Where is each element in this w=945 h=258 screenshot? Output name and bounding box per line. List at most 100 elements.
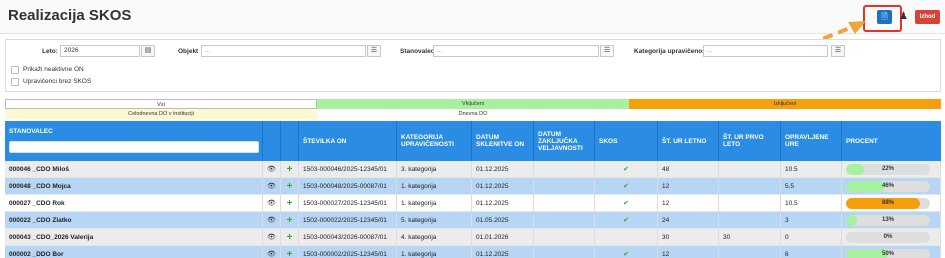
brez-skos-checkbox[interactable] [11, 78, 19, 86]
top-bar: Realizacija SKOS 🗎 ♟ Izhod [0, 0, 945, 34]
cell-kategorija: 1. kategorija [397, 246, 472, 258]
eye-icon[interactable]: 👁 [263, 178, 281, 195]
plus-icon[interactable]: + [281, 178, 299, 195]
cell-opravljene: 3 [781, 212, 842, 229]
legend-dnevna[interactable]: Dnevna DO [317, 109, 629, 119]
progress-cell: 50% [842, 246, 941, 258]
eye-icon[interactable]: 👁 [263, 195, 281, 212]
cell-stevilka: 1502-000022/2025-12345/01 [299, 212, 397, 229]
progress-cell: 88% [842, 195, 941, 212]
table-row[interactable]: 000043 _CDO_2026 Valerija 👁 +1503-000043/2… [5, 229, 941, 246]
col-datum-sklenitve[interactable]: DATUM SKLENITVE ON [472, 121, 534, 161]
cell-datum-zakljucka [534, 246, 595, 258]
leto-input[interactable]: 2026 [60, 45, 140, 57]
legend-vsi[interactable]: Vsi [5, 99, 317, 109]
kategorija-list-icon[interactable]: ☰ [831, 45, 845, 57]
col-datum-zakljucka[interactable]: DATUM ZAKLJUČKA VELJAVNOSTI [534, 121, 595, 161]
cell-ur-letno: 12 [658, 246, 719, 258]
cell-ur-letno: 12 [658, 178, 719, 195]
exit-button[interactable]: Izhod [915, 10, 940, 24]
col-add [281, 121, 299, 161]
col-stevilka[interactable]: ŠTEVILKA ON [299, 121, 397, 161]
progress-label: 50% [881, 251, 894, 257]
cell-datum-zakljucka [534, 161, 595, 178]
eye-icon[interactable]: 👁 [263, 246, 281, 258]
document-button[interactable]: 🗎 [877, 10, 892, 24]
kategorija-input[interactable]: ... [703, 45, 828, 57]
cell-datum-sklenitve: 01.12.2025 [472, 161, 534, 178]
legend-vkljuceni[interactable]: Vključeni [317, 99, 629, 109]
cell-datum-zakljucka [534, 212, 595, 229]
cell-datum-zakljucka [534, 178, 595, 195]
cell-kategorija: 3. kategorija [397, 161, 472, 178]
plus-icon[interactable]: + [281, 195, 299, 212]
col-opravljene[interactable]: OPRAVLJENE URE [781, 121, 842, 161]
objekt-list-icon[interactable]: ☰ [367, 45, 381, 57]
cell-ur-prvo [719, 161, 781, 178]
progress-label: 22% [881, 166, 894, 172]
eye-icon[interactable]: 👁 [263, 212, 281, 229]
cell-opravljene: 10.5 [781, 195, 842, 212]
cell-ur-prvo [719, 212, 781, 229]
progress-cell: 22% [842, 161, 941, 178]
check-icon: ✔ [595, 161, 658, 178]
col-skos[interactable]: SKOS [595, 121, 658, 161]
cell-datum-sklenitve: 01.12.2025 [472, 195, 534, 212]
cell-name: 000043 _CDO_2026 Valerija [5, 229, 263, 246]
plus-icon[interactable]: + [281, 246, 299, 258]
plus-icon[interactable]: + [281, 212, 299, 229]
cell-datum-zakljucka [534, 195, 595, 212]
cell-ur-letno: 48 [658, 161, 719, 178]
eye-icon[interactable]: 👁 [263, 229, 281, 246]
table-row[interactable]: 000027 _CDO Rok 👁 +1503-000027/2025-12345/… [5, 195, 941, 212]
table-row[interactable]: 000022 _CDO Zlatko 👁 +1502-000022/2025-123… [5, 212, 941, 229]
progress-bar: 22% [846, 164, 930, 175]
col-ur-prvo[interactable]: ŠT. UR PRVO LETO [719, 121, 781, 161]
progress-bar: 88% [846, 198, 930, 209]
cell-kategorija: 1. kategorija [397, 178, 472, 195]
stanovalec-filter-input[interactable] [9, 141, 259, 153]
legend-celodnevna[interactable]: Celodnevna DO v instituciji [5, 109, 317, 119]
objekt-label: Objekt [178, 48, 199, 55]
cell-ur-prvo [719, 195, 781, 212]
cell-name: 000048 _CDO Mojca [5, 178, 263, 195]
cell-opravljene: 6 [781, 246, 842, 258]
col-stanovalec-label: STANOVALEC [9, 128, 53, 135]
cell-name: 000022 _CDO Zlatko [5, 212, 263, 229]
col-kategorija[interactable]: KATEGORIJA UPRAVIČENOSTI [397, 121, 472, 161]
progress-cell: 13% [842, 212, 941, 229]
stanovalec-input[interactable]: ... [433, 45, 599, 57]
progress-cell: 46% [842, 178, 941, 195]
objekt-input[interactable]: ... [201, 45, 366, 57]
table-row[interactable]: 000002 _DDO Bor 👁 +1503-000002/2025-12345/… [5, 246, 941, 258]
plus-icon[interactable]: + [281, 161, 299, 178]
legend-izkljuceni[interactable]: Izključeni [629, 99, 941, 109]
col-procent[interactable]: PROCENT [842, 121, 941, 161]
neaktivne-checkbox[interactable] [11, 66, 19, 74]
cell-name: 000027 _CDO Rok [5, 195, 263, 212]
users-icon[interactable]: ♟ [899, 10, 911, 24]
check-icon: ✔ [595, 178, 658, 195]
col-view [263, 121, 281, 161]
cell-ur-prvo: 30 [719, 229, 781, 246]
plus-icon[interactable]: + [281, 229, 299, 246]
neaktivne-label: Prikaži neaktivne ON [23, 66, 84, 73]
cell-ur-letno: 30 [658, 229, 719, 246]
data-grid: STANOVALEC ŠTEVILKA ON KATEGORIJA UPRAVI… [5, 121, 941, 258]
leto-label: Leto: [42, 48, 58, 55]
cell-ur-prvo [719, 178, 781, 195]
progress-label: 0% [883, 234, 893, 240]
table-row[interactable]: 000048 _CDO Mojca 👁 +1503-000048/2025-0008… [5, 178, 941, 195]
calendar-icon[interactable]: ▤ [141, 45, 155, 57]
table-row[interactable]: 000046 _CDO Miloš 👁 +1503-000046/2025-1234… [5, 161, 941, 178]
brez-skos-label: Upravičenci brez SKOS [23, 78, 92, 85]
cell-opravljene: 5.5 [781, 178, 842, 195]
cell-datum-sklenitve: 01.12.2025 [472, 178, 534, 195]
col-ur-letno[interactable]: ŠT. UR LETNO [658, 121, 719, 161]
cell-name: 000046 _CDO Miloš [5, 161, 263, 178]
cell-datum-zakljucka [534, 229, 595, 246]
stanovalec-list-icon[interactable]: ☰ [600, 45, 614, 57]
cell-kategorija: 5. kategorija [397, 212, 472, 229]
eye-icon[interactable]: 👁 [263, 161, 281, 178]
cell-kategorija: 4. kategorija [397, 229, 472, 246]
